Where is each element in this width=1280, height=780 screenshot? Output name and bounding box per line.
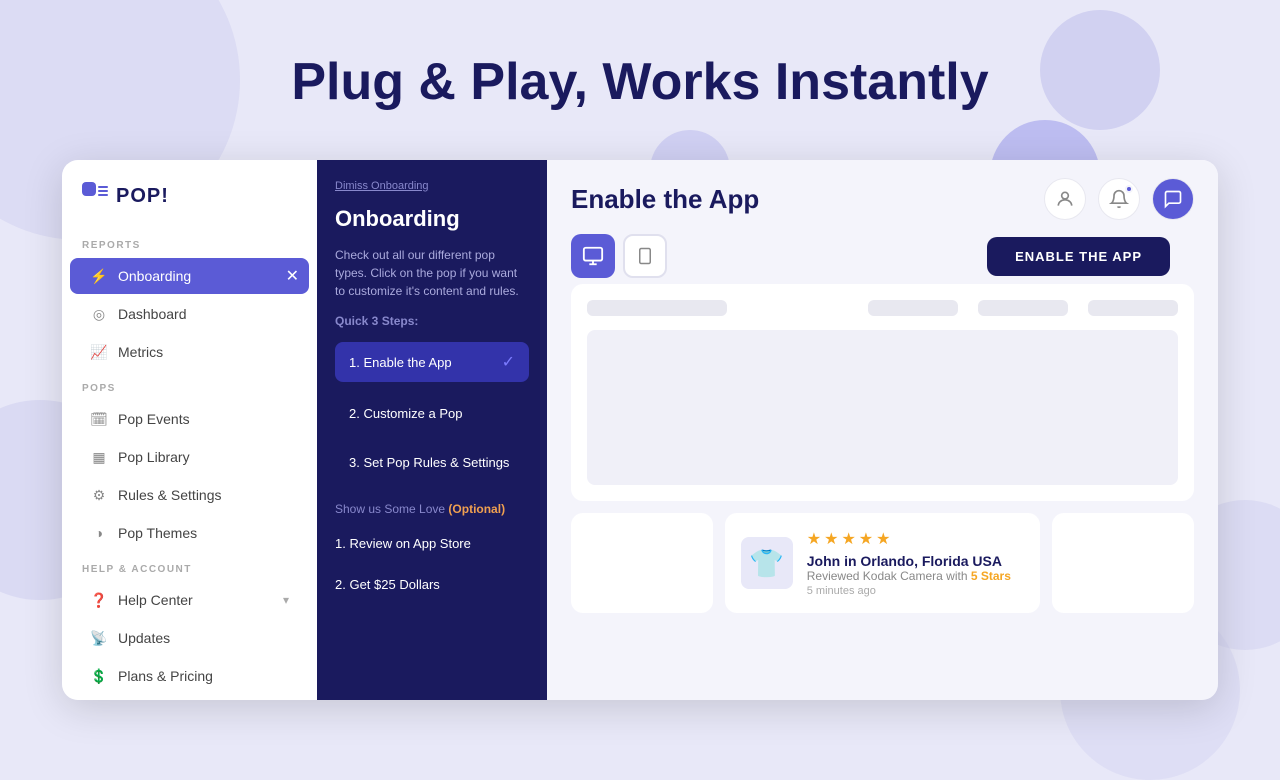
preview-card [571, 284, 1194, 501]
sidebar-item-label: Dashboard [118, 306, 187, 322]
logo: POP! [62, 160, 317, 228]
sidebar-item-label: Pop Themes [118, 525, 197, 541]
themes-icon: ◑ [90, 524, 108, 542]
sidebar-item-label: Pop Library [118, 449, 190, 465]
enable-app-button[interactable]: ENABLE THE APP [987, 237, 1170, 276]
sidebar-item-help-center[interactable]: ❓ Help Center ▾ [70, 582, 309, 618]
star-3: ★ [841, 529, 855, 549]
review-time: 5 minutes ago [807, 585, 1011, 597]
metrics-icon: 📈 [90, 343, 108, 361]
section-label-reports: REPORTS [62, 228, 317, 257]
notification-dot [1125, 185, 1133, 193]
desktop-device-button[interactable] [571, 234, 615, 278]
onboarding-step-3[interactable]: 3. Set Pop Rules & Settings [335, 445, 529, 480]
chat-button[interactable] [1152, 178, 1194, 220]
onboarding-step-1[interactable]: 1. Enable the App ✓ [335, 342, 529, 382]
optional-label: (Optional) [448, 502, 505, 516]
main-header: Enable the App [547, 160, 1218, 234]
shirt-icon: 👕 [749, 547, 784, 580]
step-label: 3. Set Pop Rules & Settings [349, 455, 509, 470]
check-icon: ✓ [502, 352, 515, 372]
star-4: ★ [859, 529, 873, 549]
preview-header-row [587, 300, 1178, 316]
onboarding-title: Onboarding [335, 206, 529, 232]
sidebar-item-dashboard[interactable]: ◎ Dashboard [70, 296, 309, 332]
dismiss-onboarding-link[interactable]: Dimiss Onboarding [335, 180, 529, 192]
quick-steps-label: Quick 3 Steps: [335, 314, 529, 328]
section-label-help: HELP & ACCOUNT [62, 552, 317, 581]
sidebar: POP! REPORTS ⚡ Onboarding ✕ ◎ Dashboard … [62, 160, 317, 700]
sidebar-item-plans-pricing[interactable]: 💲 Plans & Pricing [70, 658, 309, 694]
mobile-device-button[interactable] [623, 234, 667, 278]
app-container: POP! REPORTS ⚡ Onboarding ✕ ◎ Dashboard … [62, 160, 1218, 700]
preview-bar-4 [1088, 300, 1178, 316]
star-2: ★ [824, 529, 838, 549]
help-icon: ❓ [90, 591, 108, 609]
main-title: Enable the App [571, 184, 759, 215]
preview-bar-3 [978, 300, 1068, 316]
notification-button[interactable] [1098, 178, 1140, 220]
preview-bar-2 [868, 300, 958, 316]
library-icon: ▦ [90, 448, 108, 466]
star-5: ★ [876, 529, 890, 549]
sidebar-item-pop-library[interactable]: ▦ Pop Library [70, 439, 309, 475]
sidebar-item-label: Onboarding [118, 268, 191, 284]
bottom-card-2 [1052, 513, 1194, 613]
lightning-icon: ⚡ [90, 267, 108, 285]
review-stars: ★ ★ ★ ★ ★ [807, 529, 1011, 549]
sidebar-item-pop-themes[interactable]: ◑ Pop Themes [70, 515, 309, 551]
review-avatar: 👕 [741, 537, 793, 589]
main-content: Enable the App [547, 160, 1218, 700]
header-actions [1044, 178, 1194, 220]
bottom-cards-row: 👕 ★ ★ ★ ★ ★ John in Orlando, Florida USA… [571, 513, 1194, 613]
sidebar-item-label: Help Center [118, 592, 193, 608]
review-content: ★ ★ ★ ★ ★ John in Orlando, Florida USA R… [807, 529, 1011, 597]
sidebar-item-updates[interactable]: 📡 Updates [70, 620, 309, 656]
bottom-card-1 [571, 513, 713, 613]
stars-label: 5 Stars [971, 569, 1011, 583]
onboarding-step-2[interactable]: 2. Customize a Pop [335, 396, 529, 431]
onboarding-panel: Dimiss Onboarding Onboarding Check out a… [317, 160, 547, 700]
sidebar-item-label: Metrics [118, 344, 163, 360]
sidebar-item-onboarding[interactable]: ⚡ Onboarding ✕ [70, 258, 309, 294]
step-label: 1. Enable the App [349, 355, 452, 370]
onboarding-description: Check out all our different pop types. C… [335, 246, 529, 300]
calendar-icon: 🗓 [90, 410, 108, 428]
page-hero-title: Plug & Play, Works Instantly [291, 52, 988, 112]
section-label-pops: POPS [62, 371, 317, 400]
sidebar-item-label: Rules & Settings [118, 487, 222, 503]
sidebar-item-label: Plans & Pricing [118, 668, 213, 684]
chevron-down-icon: ▾ [283, 593, 289, 607]
dashboard-icon: ◎ [90, 305, 108, 323]
sidebar-item-metrics[interactable]: 📈 Metrics [70, 334, 309, 370]
review-product: Reviewed Kodak Camera with 5 Stars [807, 569, 1011, 583]
preview-bar-1 [587, 300, 727, 316]
settings-icon: ⚙ [90, 486, 108, 504]
love-step-dollars[interactable]: 2. Get $25 Dollars [335, 571, 529, 598]
main-body: 👕 ★ ★ ★ ★ ★ John in Orlando, Florida USA… [547, 284, 1218, 700]
step-label: 2. Customize a Pop [349, 406, 462, 421]
review-card: 👕 ★ ★ ★ ★ ★ John in Orlando, Florida USA… [725, 513, 1041, 613]
sidebar-item-label: Updates [118, 630, 170, 646]
updates-icon: 📡 [90, 629, 108, 647]
preview-body-area [587, 330, 1178, 485]
love-step-review[interactable]: 1. Review on App Store [335, 530, 529, 557]
sidebar-item-pop-events[interactable]: 🗓 Pop Events [70, 401, 309, 437]
logo-text: POP! [116, 185, 169, 208]
close-icon[interactable]: ✕ [286, 266, 299, 286]
sidebar-item-rules-settings[interactable]: ⚙ Rules & Settings [70, 477, 309, 513]
device-toggle-row: ENABLE THE APP [547, 234, 1218, 278]
star-1: ★ [807, 529, 821, 549]
love-section-label: Show us Some Love (Optional) [335, 502, 529, 516]
user-button[interactable] [1044, 178, 1086, 220]
pricing-icon: 💲 [90, 667, 108, 685]
reviewer-name: John in Orlando, Florida USA [807, 553, 1011, 569]
sidebar-item-label: Pop Events [118, 411, 190, 427]
